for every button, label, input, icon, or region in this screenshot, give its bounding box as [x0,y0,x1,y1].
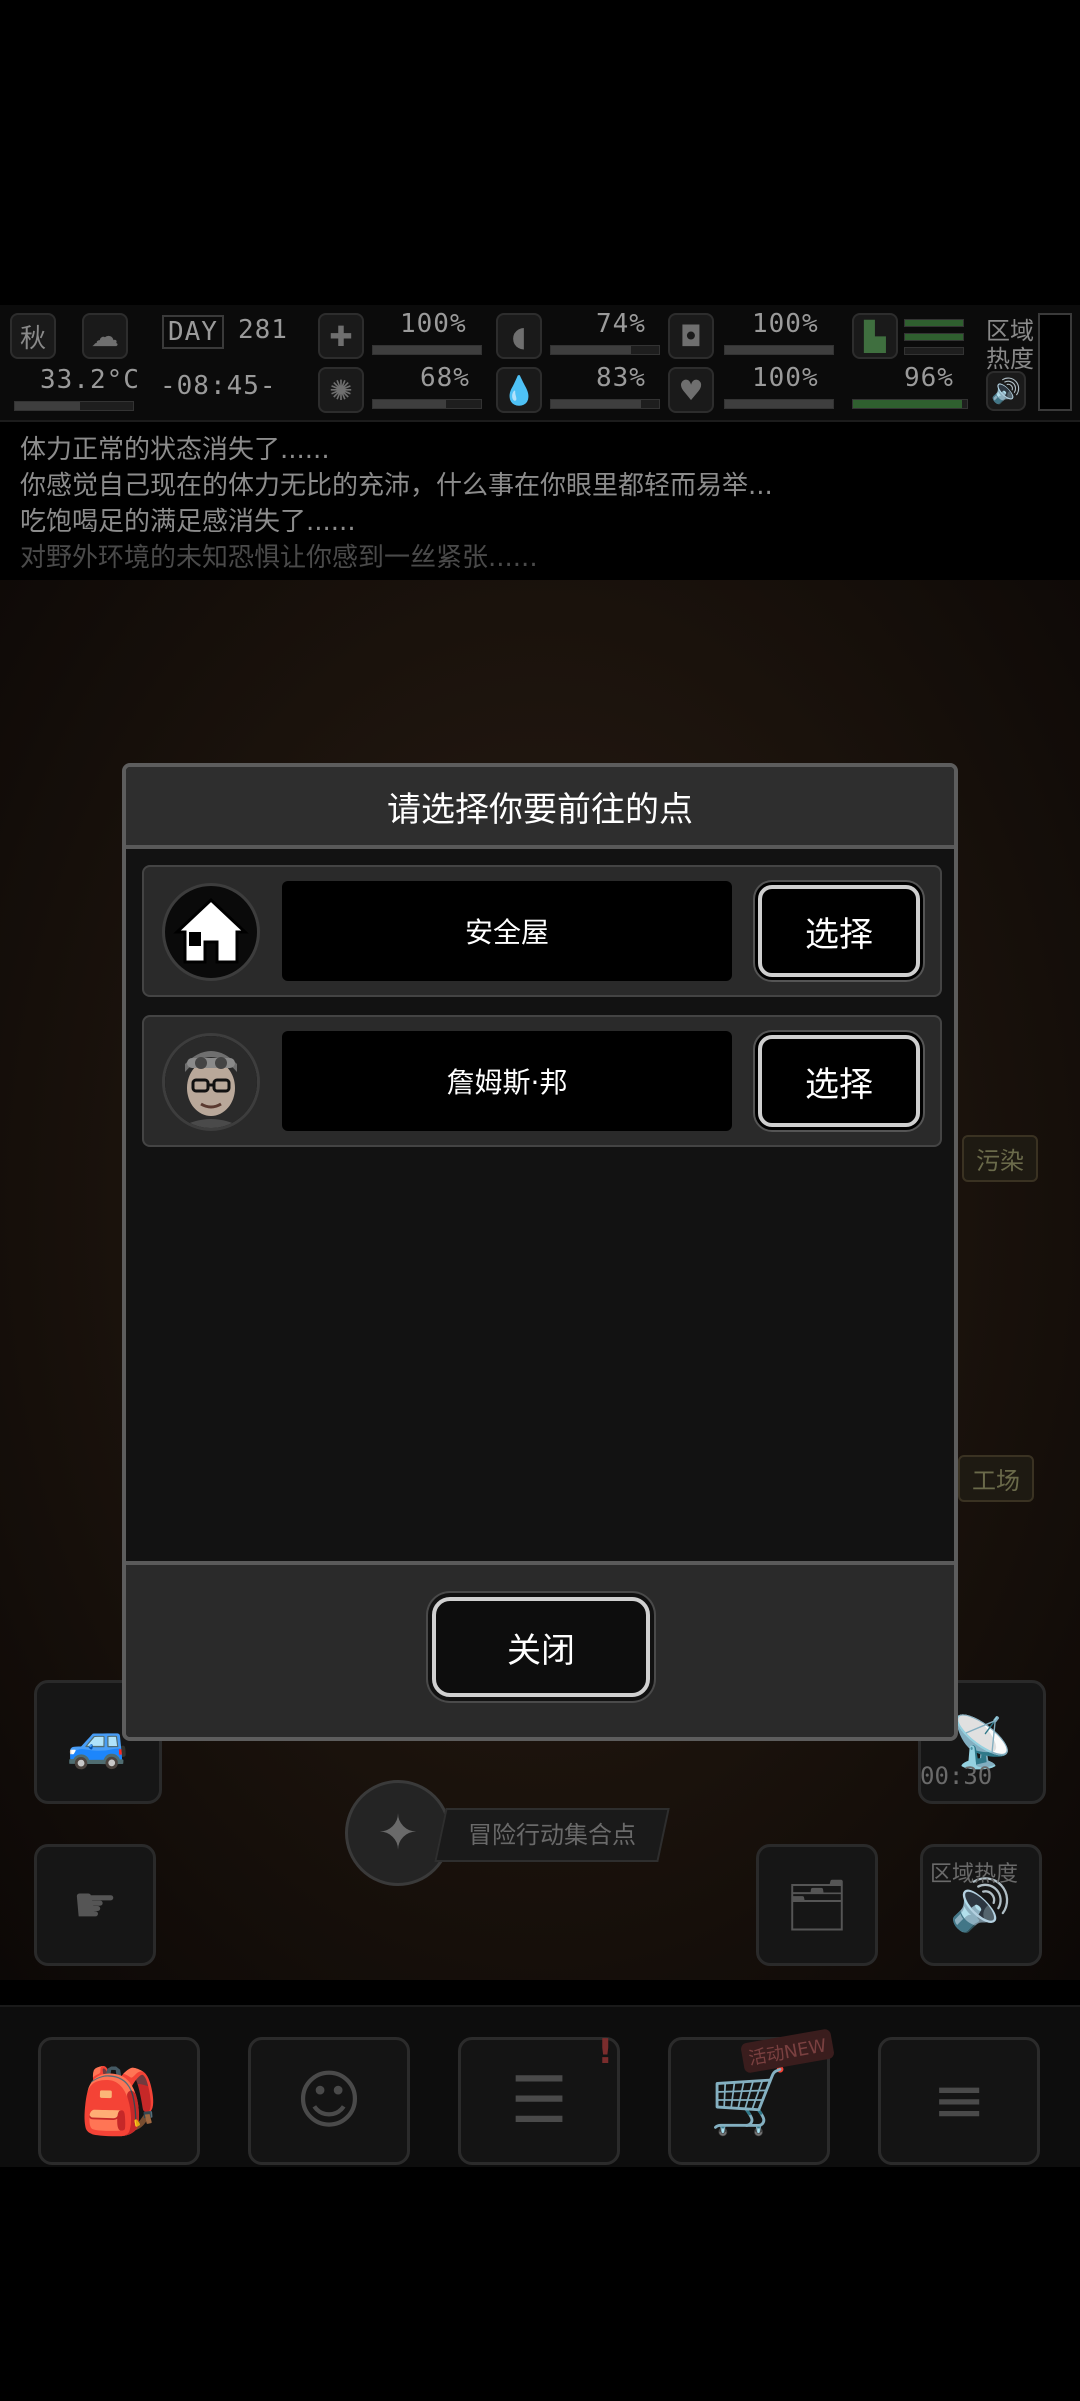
close-button[interactable]: 关闭 [432,1597,650,1697]
character-avatar-icon [162,1033,260,1131]
mood-bar [724,399,834,409]
nav-menu[interactable]: ≡ [878,2037,1040,2165]
dialog-header: 请选择你要前往的点 [126,767,954,849]
pointer-hand-icon: ☛ [72,1876,118,1934]
map-folder-icon: 🗂 [785,1875,849,1934]
season-label: 秋 [19,323,46,354]
hunger-bar [550,345,660,355]
dialog-title: 请选择你要前往的点 [387,789,693,830]
message-line: 对野外环境的未知恐惧让你感到一丝紧张...... [20,543,538,573]
zone-heat-meter [1038,313,1072,411]
message-line: 吃饱喝足的满足感消失了...... [20,507,356,537]
select-button[interactable]: 选择 [758,1035,920,1127]
stamina-bar [852,399,968,409]
day-label: DAY [162,315,224,349]
armor-value: 100% [752,309,819,339]
season-icon: 秋 [10,313,56,359]
dialog-footer: 关闭 [126,1561,954,1737]
zone-heat-button-label: 区域热度 [930,1862,1019,1887]
radar-timer: 00:30 [920,1762,993,1790]
stomach-icon: ◖ [496,313,542,359]
destination-row: 詹姆斯·邦 选择 [142,1015,942,1147]
heart-icon: ♥ [668,367,714,413]
map-chip-factory[interactable]: 工场 [958,1455,1034,1502]
brain-icon: ✺ [318,367,364,413]
health-bar [372,345,482,355]
water-drop-icon: 💧 [496,367,542,413]
message-log: 体力正常的状态消失了...... 你感觉自己现在的体力无比的充沛，什么事在你眼里… [20,432,773,576]
weather-cloud-icon: ☁ [82,313,128,359]
hunger-value: 74% [596,309,646,339]
brain-profile-icon: ☺ [295,2064,363,2138]
map-folder-button[interactable]: 🗂 [756,1844,878,1966]
thirst-value: 83% [596,363,646,393]
notebook-icon: ☰ [510,2064,568,2138]
armor-bar [724,345,834,355]
level-bar-3 [904,347,964,355]
clock-readout: -08:45- [160,371,277,401]
message-line: 你感觉自己现在的体力无比的充沛，什么事在你眼里都轻而易举... [20,471,773,501]
nav-skills[interactable]: ☺ [248,2037,410,2165]
car-icon: 🚙 [66,1712,130,1771]
health-value: 100% [400,309,467,339]
dialog-list: 安全屋 选择 詹姆斯·邦 选择 [126,849,954,1561]
nav-shop[interactable]: 🛒 活动NEW [668,2028,835,2165]
zone-heat-label: 区域热度 [986,317,1034,373]
house-icon [162,883,260,981]
select-button[interactable]: 选择 [758,885,920,977]
stamina-value: 96% [904,363,954,393]
destination-name: 詹姆斯·邦 [282,1031,732,1131]
nav-backpack[interactable]: 🎒 [38,2037,200,2165]
temperature-bar [14,401,134,411]
shopping-cart-icon: 🛒 [709,2064,789,2139]
menu-list-icon: ≡ [932,2064,986,2138]
level-bar-1 [904,319,964,327]
armor-icon: ◘ [668,313,714,359]
destination-row: 安全屋 选择 [142,865,942,997]
day-number: 281 [238,315,288,345]
map-chip-pollution[interactable]: 污染 [962,1135,1038,1182]
thirst-bar [550,399,660,409]
speaker-icon[interactable]: 🔊 [986,371,1026,411]
status-hud: 秋 ☁ 33.2°C DAY 281 -08:45- ✚ 100% ◖ 74% … [0,305,1080,422]
boot-icon: ▙ [852,313,898,359]
bottom-nav: 🎒 ☺ ☰! 🛒 活动NEW ≡ [0,2005,1080,2167]
destination-dialog: 请选择你要前往的点 安全屋 选择 詹姆斯·邦 选择 关闭 [122,763,958,1741]
rally-point-label[interactable]: 冒险行动集合点 [434,1808,670,1862]
backpack-icon: 🎒 [79,2064,159,2139]
gesture-button[interactable]: ☛ [34,1844,156,1966]
destination-name: 安全屋 [282,881,732,981]
rally-point-pin[interactable]: ✦ [345,1780,451,1886]
nav-notebook[interactable]: ☰! [458,2032,620,2165]
alert-icon: ! [597,2032,613,2072]
mood-value: 100% [752,363,819,393]
sanity-bar [372,399,482,409]
level-bar-2 [904,333,964,341]
message-line: 体力正常的状态消失了...... [20,435,330,465]
temperature-readout: 33.2°C [40,365,140,395]
rally-point-icon: ✦ [377,1805,419,1861]
sanity-value: 68% [420,363,470,393]
medkit-icon: ✚ [318,313,364,359]
